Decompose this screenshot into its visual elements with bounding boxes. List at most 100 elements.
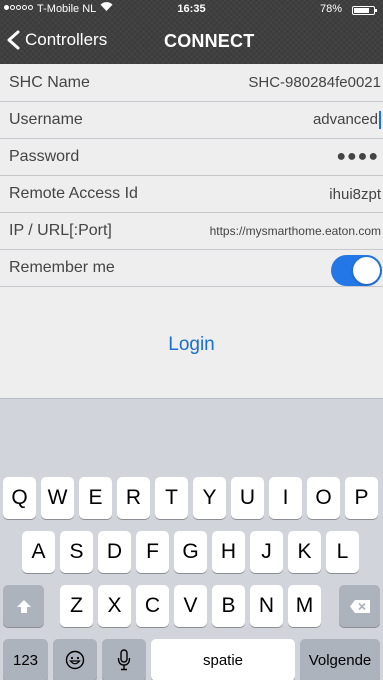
chevron-left-icon [7, 30, 20, 50]
ip-url-row[interactable]: IP / URL[:Port] https://mysmarthome.eato… [0, 213, 383, 250]
key-r-label: R [125, 486, 142, 509]
navigation-bar: Controllers CONNECT [0, 20, 383, 64]
key-h[interactable]: H [212, 531, 245, 573]
key-z-label: Z [70, 594, 83, 617]
back-button-label: Controllers [25, 30, 108, 49]
key-g[interactable]: G [174, 531, 207, 573]
key-y[interactable]: Y [193, 477, 226, 519]
key-j-label: J [261, 540, 272, 563]
shc-name-field[interactable]: SHC-980284fe0021 [248, 74, 381, 91]
key-t[interactable]: T [155, 477, 188, 519]
key-m-label: M [295, 594, 314, 617]
remote-access-label: Remote Access Id [9, 185, 138, 202]
key-m[interactable]: M [288, 585, 321, 627]
key-c-label: C [144, 594, 161, 617]
back-button[interactable]: Controllers [6, 30, 107, 50]
key-p[interactable]: P [345, 477, 378, 519]
key-a-label: A [31, 540, 46, 563]
key-q-label: Q [11, 486, 28, 509]
remote-access-field[interactable]: ihui8zpt [329, 186, 381, 203]
key-u[interactable]: U [231, 477, 264, 519]
key-b-label: B [221, 594, 236, 617]
key-b[interactable]: B [212, 585, 245, 627]
key-o-label: O [315, 486, 332, 509]
key-u-label: U [239, 486, 256, 509]
microphone-icon [117, 649, 131, 671]
key-z[interactable]: Z [60, 585, 93, 627]
key-o[interactable]: O [307, 477, 340, 519]
app-screen: T-Mobile NL 16:35 78% Controllers CONNEC… [0, 0, 383, 680]
key-k-label: K [297, 540, 312, 563]
emoji-icon [65, 650, 85, 670]
next-key-label: Volgende [308, 651, 372, 669]
password-label: Password [9, 148, 80, 165]
battery-icon [352, 6, 377, 15]
key-n[interactable]: N [250, 585, 283, 627]
key-f[interactable]: F [136, 531, 169, 573]
key-e-label: E [88, 486, 103, 509]
shift-key[interactable] [3, 585, 44, 627]
key-c[interactable]: C [136, 585, 169, 627]
key-x-label: X [107, 594, 122, 617]
key-s-label: S [69, 540, 84, 563]
key-j[interactable]: J [250, 531, 283, 573]
numbers-key[interactable]: 123 [3, 639, 48, 680]
key-l-label: L [336, 540, 349, 563]
username-label: Username [9, 111, 83, 128]
key-a[interactable]: A [22, 531, 55, 573]
key-n-label: N [258, 594, 275, 617]
numbers-key-label: 123 [12, 651, 39, 669]
key-y-label: Y [202, 486, 217, 509]
page-title: CONNECT [164, 31, 255, 51]
remote-access-row[interactable]: Remote Access Id ihui8zpt [0, 176, 383, 213]
key-w[interactable]: W [41, 477, 74, 519]
dictation-key[interactable] [102, 639, 146, 680]
toggle-knob [353, 257, 380, 284]
key-h-label: H [220, 540, 237, 563]
key-f-label: F [146, 540, 159, 563]
shc-name-label: SHC Name [9, 73, 90, 91]
remember-me-row: Remember me [0, 250, 383, 287]
password-field[interactable]: ●●●● [336, 148, 381, 166]
key-i[interactable]: I [269, 477, 302, 519]
remember-me-label: Remember me [9, 259, 115, 276]
key-g-label: G [182, 540, 199, 563]
key-d-label: D [106, 540, 123, 563]
password-row[interactable]: Password ●●●● [0, 139, 383, 176]
space-key[interactable]: spatie [151, 639, 295, 680]
key-d[interactable]: D [98, 531, 131, 573]
delete-key[interactable] [339, 585, 380, 627]
key-x[interactable]: X [98, 585, 131, 627]
key-i-label: I [282, 486, 289, 509]
key-w-label: W [47, 486, 68, 509]
login-button[interactable]: Login [0, 334, 383, 356]
key-k[interactable]: K [288, 531, 321, 573]
connect-form: SHC Name SHC-980284fe0021 Username advan… [0, 64, 383, 398]
username-field[interactable]: advanced [312, 110, 381, 130]
key-p-label: P [354, 486, 369, 509]
key-l[interactable]: L [326, 531, 359, 573]
remember-me-toggle[interactable] [331, 255, 382, 286]
shc-name-row[interactable]: SHC Name SHC-980284fe0021 [0, 64, 383, 102]
text-cursor [379, 111, 381, 130]
ip-url-field[interactable]: https://mysmarthome.eaton.com [210, 224, 381, 238]
key-t-label: T [165, 486, 178, 509]
status-bar: T-Mobile NL 16:35 78% [0, 0, 383, 20]
emoji-key[interactable] [53, 639, 97, 680]
battery-percentage: 78% [319, 3, 342, 15]
keyboard: Q W E R T Y U I O P A S D F G H J K L Z X C V B N M 123 spatie Volge… [0, 398, 383, 680]
shift-icon [16, 599, 32, 614]
space-key-label: spatie [202, 651, 244, 669]
key-s[interactable]: S [60, 531, 93, 573]
key-v[interactable]: V [174, 585, 207, 627]
username-value: advanced [312, 110, 378, 128]
delete-icon [349, 599, 371, 614]
key-e[interactable]: E [79, 477, 112, 519]
next-key[interactable]: Volgende [300, 639, 380, 680]
key-r[interactable]: R [117, 477, 150, 519]
battery-level [354, 8, 369, 13]
top-bar: T-Mobile NL 16:35 78% Controllers CONNEC… [0, 0, 383, 64]
key-q[interactable]: Q [3, 477, 36, 519]
username-row[interactable]: Username advanced [0, 102, 383, 139]
ip-url-label: IP / URL[:Port] [9, 222, 112, 239]
